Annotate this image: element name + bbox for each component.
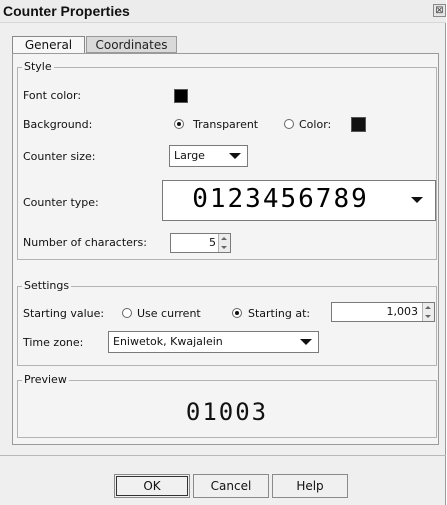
counter-type-label: Counter type: xyxy=(23,196,99,209)
spinner-arrows-icon[interactable] xyxy=(218,234,230,252)
starting-at-label[interactable]: Starting at: xyxy=(248,307,310,320)
background-label: Background: xyxy=(23,118,93,131)
chevron-down-icon xyxy=(300,339,312,345)
button-separator xyxy=(0,455,446,456)
counter-size-select[interactable]: Large xyxy=(169,145,248,167)
preview-counter-value: 01003 xyxy=(185,398,269,426)
settings-legend: Settings xyxy=(22,279,72,292)
preview-legend: Preview xyxy=(22,373,69,386)
help-button[interactable]: Help xyxy=(272,474,348,498)
counter-size-value: Large xyxy=(174,149,205,162)
close-icon[interactable]: ⊠ xyxy=(433,4,446,17)
starting-value-label: Starting value: xyxy=(23,307,105,320)
starting-at-spinner[interactable]: 1,003 xyxy=(331,302,435,322)
tab-general[interactable]: General xyxy=(12,36,85,53)
chevron-down-icon xyxy=(229,153,241,159)
chevron-down-icon xyxy=(411,197,423,203)
starting-at-radio[interactable] xyxy=(232,308,242,318)
number-of-characters-value: 5 xyxy=(209,236,216,249)
settings-group: Settings xyxy=(17,279,437,366)
counter-type-sample: 0123456789 xyxy=(192,184,369,214)
background-color-swatch[interactable] xyxy=(351,117,366,132)
starting-at-value: 1,003 xyxy=(386,305,419,318)
number-of-characters-label: Number of characters: xyxy=(23,236,147,249)
time-zone-value: Eniwetok, Kwajalein xyxy=(113,335,223,348)
ok-button[interactable]: OK xyxy=(114,474,190,498)
background-transparent-label[interactable]: Transparent xyxy=(193,118,258,131)
tab-coordinates[interactable]: Coordinates xyxy=(86,36,177,53)
window-title: Counter Properties xyxy=(3,3,130,19)
counter-type-select[interactable]: 0123456789 xyxy=(162,180,436,221)
number-of-characters-spinner[interactable]: 5 xyxy=(170,233,231,253)
spinner-arrows-icon[interactable] xyxy=(422,303,434,321)
font-color-swatch[interactable] xyxy=(174,89,188,103)
counter-properties-dialog: Counter Properties ⊠ General Coordinates… xyxy=(0,0,446,505)
time-zone-label: Time zone: xyxy=(23,336,84,349)
counter-size-label: Counter size: xyxy=(23,150,96,163)
title-bar: Counter Properties ⊠ xyxy=(0,0,446,23)
background-transparent-radio[interactable] xyxy=(174,119,184,129)
use-current-radio[interactable] xyxy=(122,308,132,318)
background-color-radio[interactable] xyxy=(284,119,294,129)
style-legend: Style xyxy=(22,60,54,73)
time-zone-select[interactable]: Eniwetok, Kwajalein xyxy=(108,331,319,353)
preview-group: Preview 01003 xyxy=(17,373,437,438)
background-color-label[interactable]: Color: xyxy=(299,118,331,131)
use-current-label[interactable]: Use current xyxy=(137,307,201,320)
font-color-label: Font color: xyxy=(23,89,82,102)
cancel-button[interactable]: Cancel xyxy=(193,474,269,498)
